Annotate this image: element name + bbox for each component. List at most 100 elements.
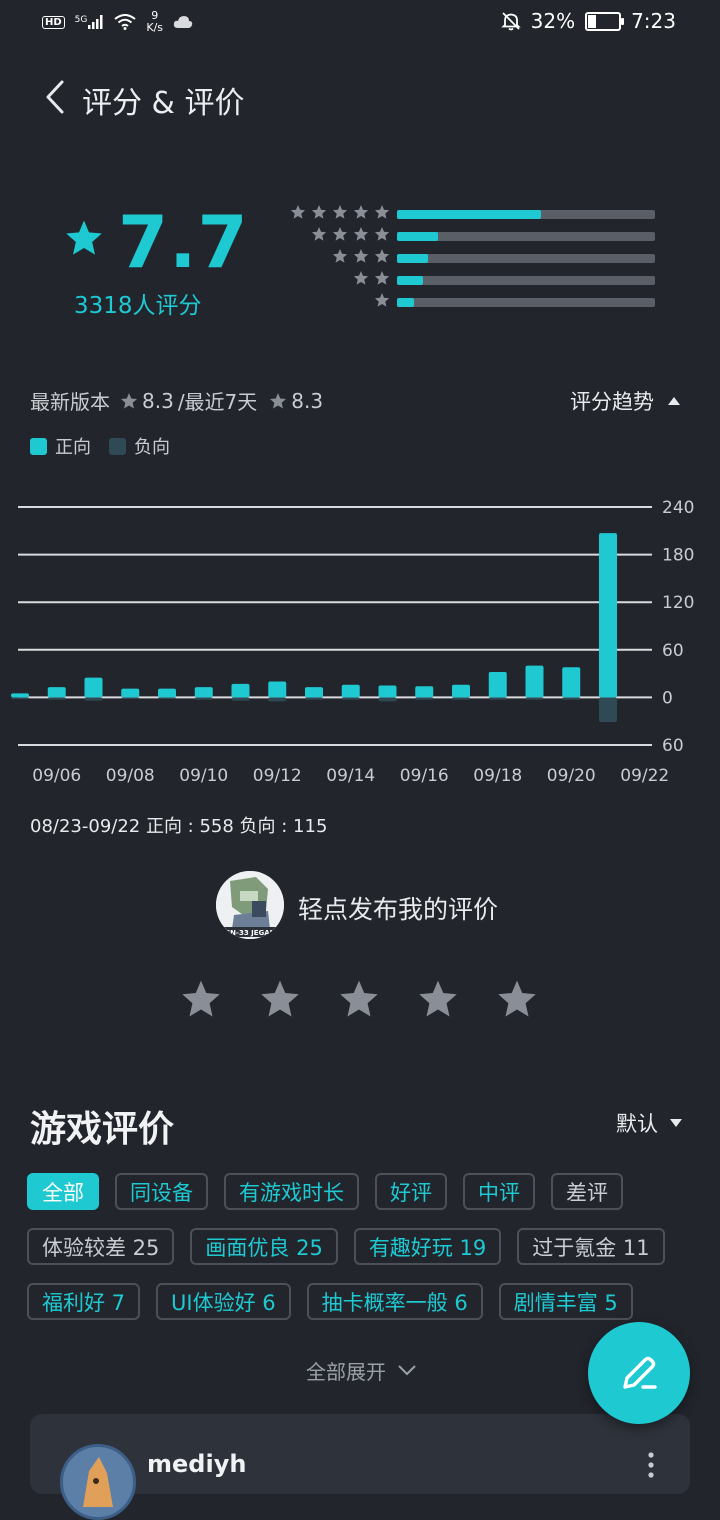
filter-tag[interactable]: 中评 — [463, 1173, 535, 1210]
x-tick-label: 09/16 — [400, 766, 449, 786]
legend-swatch-negative — [109, 437, 126, 455]
avatar-caption: GN-33 JEGAN — [224, 929, 275, 937]
filter-tag[interactable]: 差评 — [551, 1173, 623, 1210]
write-review-prompt[interactable]: 轻点发布我的评价 — [298, 890, 498, 926]
star-icon — [332, 249, 348, 263]
star-icon — [66, 220, 102, 255]
tag-row: 体验较差 25 画面优良 25 有趣好玩 19 过于氪金 11 — [27, 1228, 707, 1265]
bar-positive — [415, 686, 434, 698]
distribution-row-3-star — [260, 248, 660, 268]
distribution-stars — [332, 248, 390, 264]
more-vertical-icon[interactable] — [648, 1452, 654, 1482]
bar-negative — [194, 697, 213, 700]
recent-days-score: 8.3 — [291, 388, 324, 413]
rate-star-3-icon[interactable] — [338, 978, 380, 1020]
star-icon — [374, 205, 390, 219]
write-review-button[interactable] — [588, 1322, 690, 1424]
star-icon — [374, 293, 390, 307]
star-icon — [353, 249, 369, 263]
filter-tag[interactable]: 同设备 — [115, 1173, 208, 1210]
bar-positive — [305, 687, 323, 698]
distribution-bar — [397, 232, 655, 241]
version-score-info: 最新版本 8.3 /最近7天 8.3 — [30, 386, 323, 415]
x-tick-label: 09/22 — [620, 766, 669, 786]
filter-tag[interactable]: 全部 — [27, 1173, 99, 1210]
filter-tag[interactable]: 有趣好玩 19 — [353, 1228, 502, 1265]
network-type: 5G — [74, 15, 88, 25]
rating-count: 3318人评分 — [74, 293, 202, 319]
mute-bell-icon — [500, 12, 521, 31]
bar-positive — [11, 693, 29, 698]
bar-positive — [488, 672, 507, 698]
avatar — [60, 1444, 136, 1520]
bar-negative — [84, 697, 103, 701]
bar-positive — [452, 684, 470, 698]
star-icon — [311, 227, 327, 241]
trend-summary: 08/23-09/22 正向 : 558 负向 : 115 — [30, 816, 328, 837]
filter-tag[interactable]: 好评 — [375, 1173, 447, 1210]
y-tick-label: 240 — [662, 498, 694, 518]
back-button[interactable] — [38, 78, 78, 118]
filter-tag[interactable]: UI体验好 6 — [156, 1283, 291, 1320]
distribution-bar-fill — [397, 210, 542, 219]
filter-tag[interactable]: 有游戏时长 — [224, 1173, 359, 1210]
distribution-bar-fill — [397, 276, 423, 285]
bar-positive — [194, 687, 213, 698]
distribution-row-2-star — [260, 270, 660, 290]
distribution-bar-fill — [397, 298, 414, 307]
bar-positive — [562, 667, 581, 698]
signal-icon: 5G — [75, 15, 105, 29]
filter-tag[interactable]: 抽卡概率一般 6 — [306, 1283, 483, 1320]
bar-negative — [415, 697, 434, 700]
filter-tag[interactable]: 剧情丰富 5 — [498, 1283, 633, 1320]
expand-all-button[interactable]: 全部展开 — [306, 1356, 416, 1385]
rate-star-1-icon[interactable] — [180, 978, 222, 1020]
bar-positive — [231, 683, 250, 698]
star-icon — [353, 205, 369, 219]
rate-star-2-icon[interactable] — [259, 978, 301, 1020]
page-title: 评分 & 评价 — [82, 86, 245, 121]
pen-icon — [623, 1356, 657, 1389]
bar-positive — [268, 681, 287, 698]
y-tick-label: 120 — [662, 593, 694, 613]
distribution-row-4-star — [260, 226, 660, 246]
filter-tag[interactable]: 体验较差 25 — [27, 1228, 175, 1265]
bar-negative — [378, 697, 397, 702]
distribution-row-5-star — [260, 204, 660, 224]
cloud-icon — [173, 16, 193, 28]
rating-trend-toggle[interactable]: 评分趋势 — [570, 386, 680, 416]
distribution-bar-fill — [397, 232, 439, 241]
tag-row: 全部 同设备 有游戏时长 好评 中评 差评 — [27, 1173, 707, 1210]
x-tick-label: 09/08 — [106, 766, 155, 786]
filter-tag[interactable]: 福利好 7 — [27, 1283, 141, 1320]
star-icon — [332, 227, 348, 241]
chevron-down-icon — [398, 1365, 416, 1376]
rate-star-4-icon[interactable] — [417, 978, 459, 1020]
rate-stars[interactable] — [180, 978, 538, 1020]
sort-label: 默认 — [616, 1112, 658, 1136]
y-tick-label: 180 — [662, 546, 694, 566]
star-icon — [374, 271, 390, 285]
y-tick-label: 0 — [662, 688, 673, 708]
caret-down-icon — [670, 1119, 682, 1127]
bar-positive — [599, 533, 617, 698]
hd-icon: HD — [42, 15, 65, 29]
bar-negative — [305, 697, 323, 700]
battery-level — [588, 14, 597, 28]
bar-negative — [268, 697, 287, 702]
x-tick-label: 09/06 — [32, 766, 81, 786]
battery-percent: 32% — [530, 9, 576, 33]
y-tick-label: 60 — [662, 736, 684, 756]
tag-row: 福利好 7 UI体验好 6 抽卡概率一般 6 剧情丰富 5 — [27, 1283, 707, 1320]
review-card[interactable]: mediyh — [30, 1414, 690, 1520]
avatar[interactable]: GN-33 JEGAN — [216, 871, 284, 939]
bar-negative — [562, 697, 581, 700]
rate-star-5-icon[interactable] — [496, 978, 538, 1020]
bar-negative — [158, 697, 176, 699]
bar-positive — [47, 687, 66, 698]
filter-tag[interactable]: 过于氪金 11 — [517, 1228, 665, 1265]
star-icon — [374, 227, 390, 241]
star-icon — [120, 392, 138, 408]
sort-dropdown[interactable]: 默认 — [616, 1108, 682, 1138]
filter-tag[interactable]: 画面优良 25 — [190, 1228, 338, 1265]
